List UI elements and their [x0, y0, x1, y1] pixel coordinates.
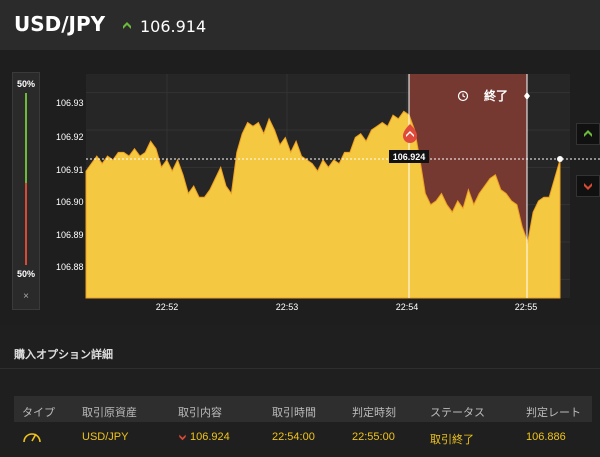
current-price: 106.914: [140, 16, 207, 36]
x-tick: 22:53: [275, 302, 299, 312]
row-content: 106.924: [190, 431, 230, 443]
price-chart[interactable]: 終了 106.924: [0, 50, 600, 325]
y-tick: 106.89: [56, 230, 84, 240]
header-type: タイプ: [22, 407, 55, 419]
up-arrow-icon: [123, 22, 131, 29]
divider: [0, 368, 600, 369]
y-tick: 106.93: [56, 98, 84, 108]
row-rate: 106.886: [526, 431, 566, 443]
header-time: 取引時間: [272, 407, 316, 419]
pair-title: USD/JPY: [14, 12, 106, 36]
y-tick: 106.92: [56, 132, 84, 142]
entry-rate-label: 106.924: [393, 152, 426, 162]
low-button[interactable]: [576, 175, 600, 197]
expiry-label: 終了: [484, 88, 508, 103]
down-arrow-icon: [584, 183, 592, 190]
row-time: 22:54:00: [272, 431, 315, 443]
current-price-dot: [557, 156, 563, 162]
section-title: 購入オプション詳細: [14, 349, 113, 361]
options-table: タイプ 取引原資産 取引内容 取引時間 判定時刻 ステータス 判定レート USD…: [14, 396, 592, 446]
row-status: 取引終了: [430, 434, 474, 446]
x-tick: 22:55: [514, 302, 538, 312]
header-judge-time: 判定時刻: [352, 407, 396, 419]
header-asset: 取引原資産: [82, 407, 137, 419]
price-display: 106.914: [122, 16, 206, 36]
table-header: タイプ 取引原資産 取引内容 取引時間 判定時刻 ステータス 判定レート: [14, 396, 592, 422]
header-bar: USD/JPY 106.914: [0, 0, 600, 50]
x-tick: 22:54: [395, 302, 419, 312]
y-tick: 106.91: [56, 165, 84, 175]
up-arrow-icon: [584, 130, 592, 137]
header-status: ステータス: [430, 407, 485, 419]
high-button[interactable]: [576, 123, 600, 145]
header-rate: 判定レート: [526, 407, 581, 419]
y-tick: 106.90: [56, 197, 84, 207]
x-tick: 22:52: [155, 302, 179, 312]
gauge-icon: [23, 433, 41, 443]
row-asset: USD/JPY: [82, 431, 129, 443]
table-row[interactable]: USD/JPY 106.924 22:54:00 22:55:00 取引終了 1…: [14, 422, 592, 450]
row-judge-time: 22:55:00: [352, 431, 395, 443]
header-content: 取引内容: [178, 407, 222, 419]
y-tick: 106.88: [56, 262, 84, 272]
down-arrow-icon: [179, 434, 186, 441]
